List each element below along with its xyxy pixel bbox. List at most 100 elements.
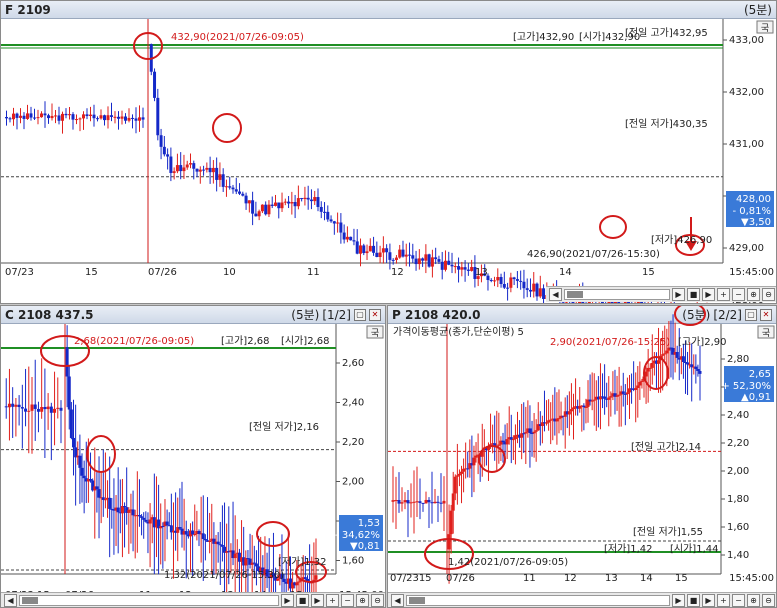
candle-body [103,499,107,501]
change-percent: + 52,30% [721,381,771,392]
candle-body [295,582,299,586]
candle-body [103,115,106,121]
zoom-reset-icon[interactable]: ⊕ [747,288,760,301]
stop-icon[interactable]: ■ [296,594,309,607]
candle-body [391,500,395,502]
candle-body [569,409,573,412]
x-tick-label: 07/2315 [390,573,432,584]
zoom-fit-icon[interactable]: ⊖ [371,594,384,607]
candle-body [643,303,646,304]
candle-body [411,255,415,259]
zoom-fit-icon[interactable]: ⊖ [762,288,775,301]
x-tick-label: 12 [391,267,404,278]
candle-body [534,430,538,432]
scroll-track[interactable] [564,289,670,300]
candle-body [50,115,54,119]
candle-body [36,117,40,119]
zoom-reset-icon[interactable]: ⊕ [747,594,760,607]
candle-body [270,204,274,206]
scroll-right-icon[interactable]: ▶ [672,594,685,607]
zoom-out-icon[interactable]: − [341,594,354,607]
candle-body [257,211,261,217]
y-tick-label: 2,40 [342,398,364,409]
candle-body [260,204,264,212]
candle-body [43,406,47,410]
zoom-in-icon[interactable]: + [326,594,339,607]
play-icon[interactable]: ▶ [702,594,715,607]
candle-body [161,525,165,527]
play-icon[interactable]: ▶ [702,288,715,301]
call-candle-chart[interactable]: 2,602,402,202,001,801,601,402,68(2021/07… [1,306,386,608]
change-amount: ▼0,81 [350,541,380,552]
put-scrollbar[interactable]: ◀ ▶ ■ ▶ + − ⊕ ⊖ [388,592,776,607]
high-tag: [고가]432,90 [513,31,574,43]
low-tag: [저가]426,90 [651,234,712,246]
candle-body [49,406,53,413]
candle-body [54,115,57,117]
scroll-thumb[interactable] [567,291,583,298]
candle-body [306,197,310,200]
scroll-track[interactable] [19,595,279,606]
candle-body [437,259,441,262]
scroll-thumb[interactable] [22,597,38,604]
candle-body [14,404,18,407]
zoom-out-icon[interactable]: − [732,594,745,607]
zoom-in-icon[interactable]: + [717,594,730,607]
x-tick-label: 07/23 [5,267,34,278]
candle-body [117,116,120,119]
zoom-fit-icon[interactable]: ⊖ [762,594,775,607]
scroll-right-icon[interactable]: ▶ [672,288,685,301]
candle-body [106,115,110,121]
candle-body [57,115,61,121]
candle-body [515,279,519,281]
futures-candle-chart[interactable]: 433,00432,00431,00430,00429,00428,00427,… [1,1,777,304]
x-tick-label: 15:45:00 [729,573,774,584]
candle-body [663,353,667,355]
zoom-in-icon[interactable]: + [717,288,730,301]
zoom-out-icon[interactable]: − [732,288,745,301]
high-tag: [고가]2,90 [678,336,726,348]
candle-body [365,251,369,254]
candle-body [29,113,33,118]
candle-body [80,467,84,476]
candle-body [184,531,188,535]
candle-body [406,500,410,504]
candle-body [113,116,117,118]
scroll-left-icon[interactable]: ◀ [4,594,17,607]
y-tick-label: 2,20 [342,437,364,448]
candle-body [148,519,152,524]
scroll-right-icon[interactable]: ▶ [281,594,294,607]
candle-body [82,114,85,119]
zoom-reset-icon[interactable]: ⊕ [356,594,369,607]
stop-icon[interactable]: ■ [687,288,700,301]
candle-body [453,266,457,268]
scroll-left-icon[interactable]: ◀ [391,594,404,607]
candle-body [417,258,421,265]
scroll-left-icon[interactable]: ◀ [549,288,562,301]
candle-body [421,258,425,261]
candle-body [175,165,179,172]
candle-body [409,502,413,504]
candle-body [296,198,300,207]
candle-body [191,530,195,535]
play-icon[interactable]: ▶ [311,594,324,607]
put-candle-chart[interactable]: 2,802,602,402,202,001,801,601,40가격이동평균(종… [388,306,777,608]
candle-body [120,116,124,119]
candle-body [127,117,131,121]
candle-body [505,439,509,445]
candle-body [131,509,135,516]
scroll-track[interactable] [406,595,670,606]
call-scrollbar[interactable]: ◀ ▶ ■ ▶ + − ⊕ ⊖ [1,592,385,607]
futures-scrollbar[interactable]: ◀ ▶ ■ ▶ + − ⊕ ⊖ [546,286,776,302]
candle-body [95,486,99,490]
candle-body [72,437,76,448]
candle-body [224,186,228,188]
candle-body [463,267,467,270]
candle-body [329,219,333,222]
put-option-chart-panel: P 2108 420.0 (5분) [2/2] ▢ ✕ 2,802,602,40… [387,305,777,608]
scroll-thumb[interactable] [409,597,425,604]
candle-body [440,261,444,270]
stop-icon[interactable]: ■ [687,594,700,607]
candle-body [218,174,222,180]
candle-body [381,248,385,253]
